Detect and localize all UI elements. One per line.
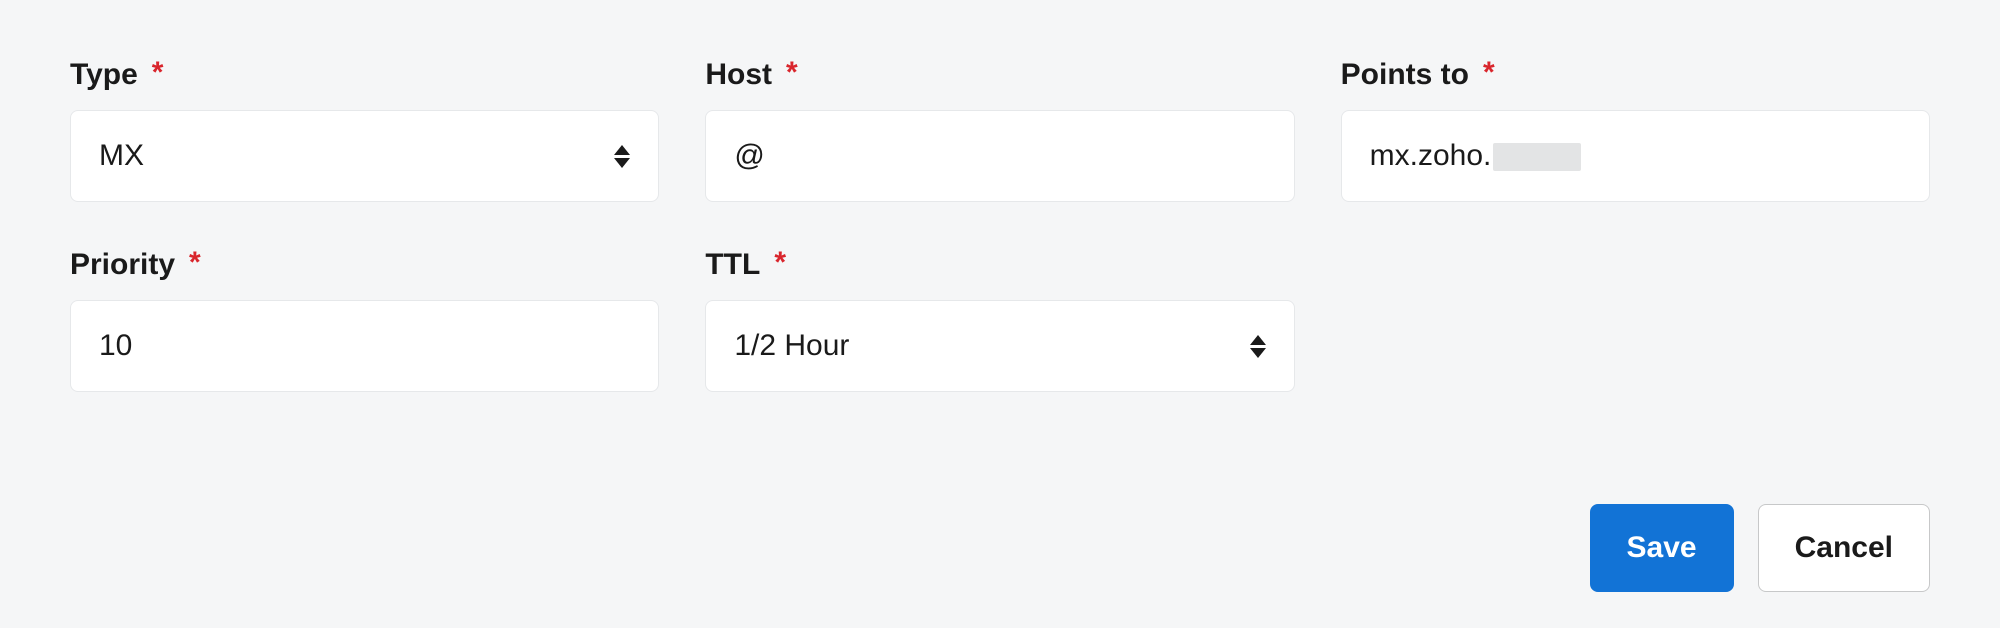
cancel-button[interactable]: Cancel bbox=[1758, 504, 1930, 592]
ttl-select[interactable]: 1/2 Hour bbox=[705, 300, 1294, 392]
label-ttl-text: TTL bbox=[705, 248, 760, 282]
host-input-value: @ bbox=[734, 139, 1265, 173]
label-host-text: Host bbox=[705, 58, 772, 92]
required-star: * bbox=[189, 246, 201, 280]
label-host: Host * bbox=[705, 58, 1294, 92]
label-points-to: Points to * bbox=[1341, 58, 1930, 92]
redacted-segment bbox=[1493, 143, 1581, 171]
label-priority-text: Priority bbox=[70, 248, 175, 282]
updown-caret-icon bbox=[1250, 335, 1266, 358]
updown-caret-icon bbox=[614, 145, 630, 168]
label-ttl: TTL * bbox=[705, 248, 1294, 282]
priority-input[interactable]: 10 bbox=[70, 300, 659, 392]
form-row-2: Priority * 10 TTL * 1/2 Hour bbox=[70, 248, 1930, 392]
save-button[interactable]: Save bbox=[1590, 504, 1734, 592]
field-type: Type * MX bbox=[70, 58, 659, 202]
field-priority: Priority * 10 bbox=[70, 248, 659, 392]
button-row: Save Cancel bbox=[0, 504, 2000, 592]
dns-record-form: Type * MX Host * @ Points to bbox=[0, 0, 2000, 432]
priority-input-value: 10 bbox=[99, 329, 630, 363]
field-ttl: TTL * 1/2 Hour bbox=[705, 248, 1294, 392]
label-type-text: Type bbox=[70, 58, 138, 92]
points-to-input-value: mx.zoho. bbox=[1370, 139, 1901, 173]
points-to-input[interactable]: mx.zoho. bbox=[1341, 110, 1930, 202]
host-input[interactable]: @ bbox=[705, 110, 1294, 202]
type-select[interactable]: MX bbox=[70, 110, 659, 202]
required-star: * bbox=[1483, 56, 1495, 90]
required-star: * bbox=[774, 246, 786, 280]
label-priority: Priority * bbox=[70, 248, 659, 282]
field-points-to: Points to * mx.zoho. bbox=[1341, 58, 1930, 202]
points-to-visible-text: mx.zoho. bbox=[1370, 139, 1492, 172]
type-select-value: MX bbox=[99, 139, 598, 173]
ttl-select-value: 1/2 Hour bbox=[734, 329, 1233, 363]
label-type: Type * bbox=[70, 58, 659, 92]
required-star: * bbox=[786, 56, 798, 90]
field-host: Host * @ bbox=[705, 58, 1294, 202]
form-row-1: Type * MX Host * @ Points to bbox=[70, 58, 1930, 202]
required-star: * bbox=[152, 56, 164, 90]
label-points-to-text: Points to bbox=[1341, 58, 1469, 92]
